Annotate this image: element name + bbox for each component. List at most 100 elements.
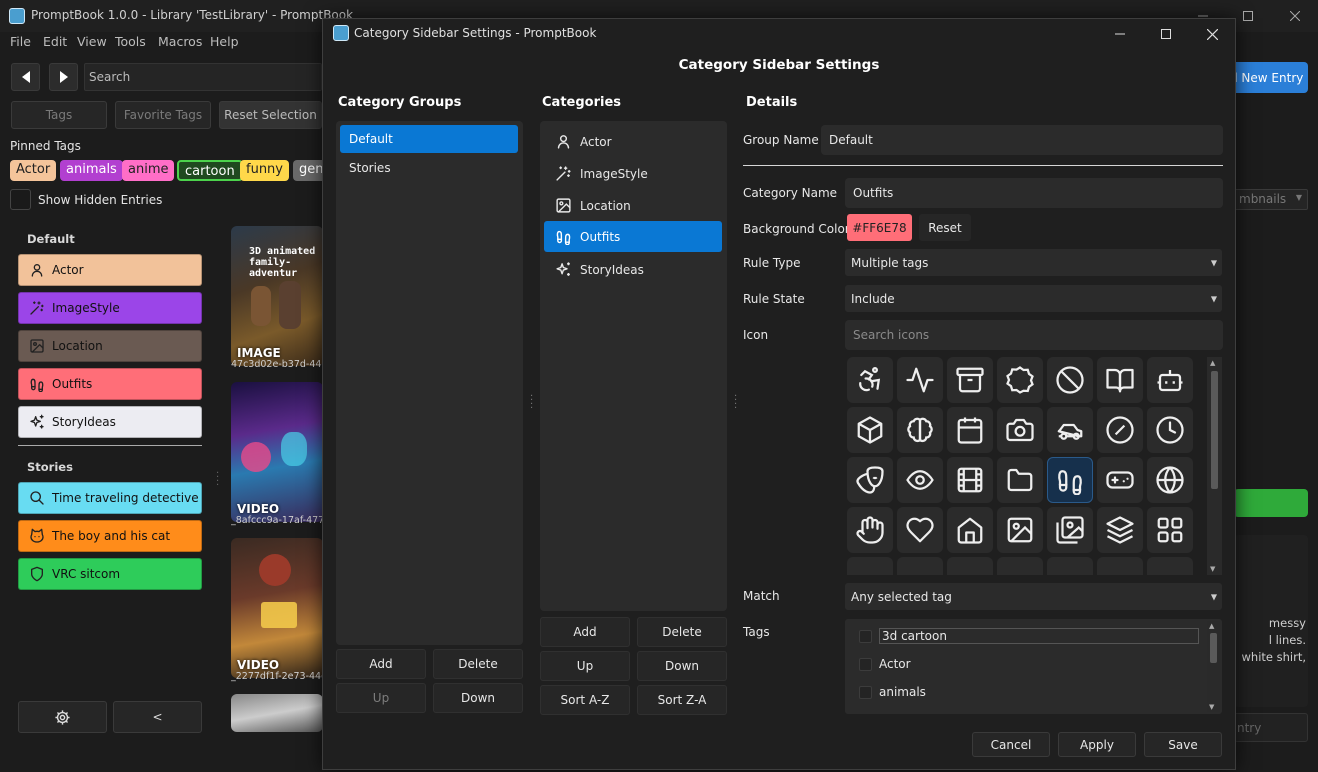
group-item-stories[interactable]: Stories	[340, 154, 518, 182]
sort-a-z-button[interactable]: Sort A-Z	[540, 685, 630, 715]
tag-row[interactable]: animals	[859, 682, 926, 702]
column-splitter-handle[interactable]: · · · ·	[530, 392, 533, 414]
add-category-button[interactable]: Add	[540, 617, 630, 647]
icon-option[interactable]	[847, 357, 893, 403]
close-icon[interactable]	[1189, 19, 1235, 49]
scrollbar-thumb[interactable]	[1210, 633, 1217, 663]
menu-tools[interactable]: Tools	[115, 34, 146, 49]
menu-macros[interactable]: Macros	[158, 34, 202, 49]
icon-option[interactable]	[847, 457, 893, 503]
entry-button[interactable]: ntry	[1234, 713, 1308, 742]
icon-option[interactable]	[997, 507, 1043, 553]
category-item-location[interactable]: Location	[544, 190, 722, 221]
show-hidden-checkbox[interactable]	[10, 189, 31, 210]
save-button[interactable]: Save	[1144, 732, 1222, 757]
icon-option[interactable]	[947, 357, 993, 403]
icon-grid-scrollbar[interactable]: ▲ ▼	[1207, 357, 1222, 575]
category-item-storyideas[interactable]: StoryIdeas	[544, 254, 722, 285]
close-icon[interactable]	[1272, 0, 1318, 32]
sort-z-a-button[interactable]: Sort Z-A	[637, 685, 727, 715]
move-category-up-button[interactable]: Up	[540, 651, 630, 681]
icon-option[interactable]	[1047, 357, 1093, 403]
icon-option[interactable]	[1097, 507, 1143, 553]
thumbnail-card[interactable]: 3D animated family-adventur IMAGE	[231, 226, 323, 366]
icon-option[interactable]	[1047, 557, 1093, 575]
sidebar-item-actor[interactable]: Actor	[18, 254, 202, 286]
sidebar-item-outfits[interactable]: Outfits	[18, 368, 202, 400]
icon-option[interactable]	[847, 507, 893, 553]
sidebar-item-location[interactable]: Location	[18, 330, 202, 362]
icon-option[interactable]	[947, 407, 993, 453]
sidebar-item-the-boy-and-his-cat[interactable]: The boy and his cat	[18, 520, 202, 552]
sidebar-splitter-handle[interactable]: · · · ·	[216, 469, 219, 491]
rule-type-dropdown[interactable]: Multiple tags ▼	[845, 249, 1222, 276]
icon-option[interactable]	[1097, 557, 1143, 575]
icon-option[interactable]	[1147, 357, 1193, 403]
match-dropdown[interactable]: Any selected tag ▼	[845, 583, 1222, 610]
column-splitter-handle[interactable]: · · · ·	[734, 392, 737, 414]
icon-option[interactable]	[1097, 357, 1143, 403]
icon-option-selected[interactable]	[1047, 457, 1093, 503]
category-name-input[interactable]: Outfits	[845, 178, 1223, 208]
search-input[interactable]: Search	[84, 63, 322, 91]
delete-group-button[interactable]: Delete	[433, 649, 523, 679]
icon-option[interactable]	[897, 457, 943, 503]
tags-button[interactable]: Tags	[11, 101, 107, 129]
pinned-tag[interactable]: Actor	[10, 160, 57, 181]
category-item-actor[interactable]: Actor	[544, 126, 722, 157]
delete-category-button[interactable]: Delete	[637, 617, 727, 647]
sidebar-item-time-traveling-detective[interactable]: Time traveling detective	[18, 482, 202, 514]
icon-option[interactable]	[997, 457, 1043, 503]
pinned-tag[interactable]: cartoon	[177, 160, 243, 181]
icon-option[interactable]	[897, 357, 943, 403]
sidebar-item-storyideas[interactable]: StoryIdeas	[18, 406, 202, 438]
tag-checkbox[interactable]	[859, 685, 872, 699]
move-group-up-button[interactable]: Up	[336, 683, 426, 713]
thumbnail-card[interactable]	[231, 694, 323, 732]
icon-option[interactable]	[1147, 507, 1193, 553]
thumbnail-card[interactable]: VIDEO	[231, 382, 323, 522]
icon-option[interactable]	[1147, 407, 1193, 453]
icon-option[interactable]	[997, 407, 1043, 453]
maximize-icon[interactable]	[1143, 19, 1189, 49]
group-item-default[interactable]: Default	[340, 125, 518, 153]
icon-option[interactable]	[997, 557, 1043, 575]
new-entry-button[interactable]: d New Entry	[1224, 62, 1308, 93]
collapse-sidebar-button[interactable]: <	[113, 701, 202, 733]
icon-option[interactable]	[897, 557, 943, 575]
background-color-button[interactable]: #FF6E78	[847, 214, 912, 241]
icon-option[interactable]	[947, 507, 993, 553]
rule-state-dropdown[interactable]: Include ▼	[845, 285, 1222, 312]
tags-scrollbar[interactable]: ▲ ▼	[1207, 621, 1220, 712]
thumbnail-card[interactable]: VIDEO	[231, 538, 323, 678]
group-name-input[interactable]: Default	[821, 125, 1223, 155]
icon-option[interactable]	[1147, 557, 1193, 575]
tag-checkbox[interactable]	[859, 657, 872, 671]
icon-option[interactable]	[897, 407, 943, 453]
minimize-icon[interactable]	[1097, 19, 1143, 49]
sidebar-item-vrc-sitcom[interactable]: VRC sitcom	[18, 558, 202, 590]
view-mode-dropdown[interactable]: mbnails ▼	[1234, 189, 1308, 210]
icon-option[interactable]	[847, 407, 893, 453]
tag-row[interactable]: 3d cartoon	[859, 626, 1199, 646]
pinned-tag[interactable]: funny	[240, 160, 289, 181]
icon-search-input[interactable]: Search icons	[845, 320, 1223, 350]
menu-view[interactable]: View	[77, 34, 107, 49]
scroll-down-icon[interactable]: ▼	[1209, 703, 1214, 711]
sidebar-item-imagestyle[interactable]: ImageStyle	[18, 292, 202, 324]
icon-option[interactable]	[847, 557, 893, 575]
icon-option[interactable]	[1047, 507, 1093, 553]
category-item-outfits[interactable]: Outfits	[544, 221, 722, 252]
move-category-down-button[interactable]: Down	[637, 651, 727, 681]
scroll-up-icon[interactable]: ▲	[1209, 622, 1214, 630]
add-group-button[interactable]: Add	[336, 649, 426, 679]
icon-option[interactable]	[947, 557, 993, 575]
reset-color-button[interactable]: Reset	[919, 214, 971, 241]
icon-option[interactable]	[1097, 457, 1143, 503]
apply-button[interactable]: Apply	[1058, 732, 1136, 757]
pinned-tag[interactable]: animals	[60, 160, 123, 181]
icon-option[interactable]	[1147, 457, 1193, 503]
favorite-tags-button[interactable]: Favorite Tags	[115, 101, 211, 129]
category-item-imagestyle[interactable]: ImageStyle	[544, 158, 722, 189]
icon-option[interactable]	[1047, 407, 1093, 453]
